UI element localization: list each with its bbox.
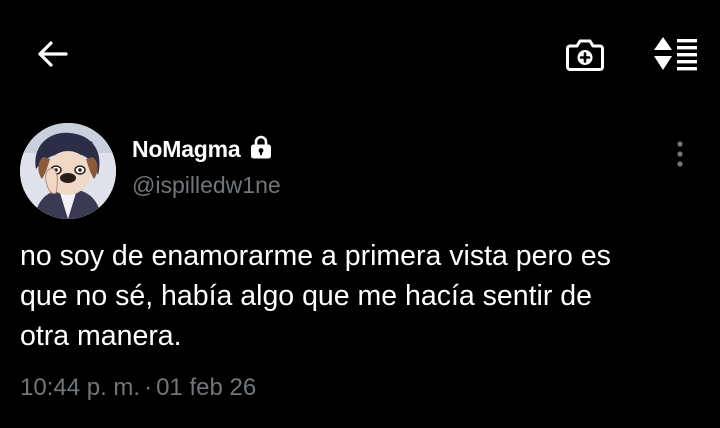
display-name[interactable]: NoMagma — [132, 136, 241, 163]
arrow-left-icon — [38, 41, 68, 67]
user-handle[interactable]: @ispilledw1ne — [132, 172, 281, 199]
author-name-row: NoMagma — [132, 132, 274, 166]
timestamp-separator: · — [144, 374, 153, 401]
more-options-button[interactable] — [664, 134, 696, 174]
camera-button[interactable] — [562, 34, 608, 76]
tweet-time[interactable]: 10:44 p. m. — [20, 374, 140, 402]
more-vertical-icon — [677, 141, 683, 167]
tweet-text: no soy de enamorarme a primera vista per… — [20, 240, 611, 352]
sort-replies-icon — [654, 37, 697, 71]
avatar-image — [20, 123, 116, 219]
tweet-timestamp: 10:44 p. m. · 01 feb 26 — [20, 374, 256, 402]
tweet-date[interactable]: 01 feb 26 — [156, 374, 256, 402]
lock-icon — [248, 134, 274, 160]
camera-plus-icon — [566, 39, 604, 71]
avatar[interactable] — [20, 123, 116, 219]
sort-replies-button[interactable] — [646, 32, 704, 76]
back-button[interactable] — [30, 34, 74, 74]
